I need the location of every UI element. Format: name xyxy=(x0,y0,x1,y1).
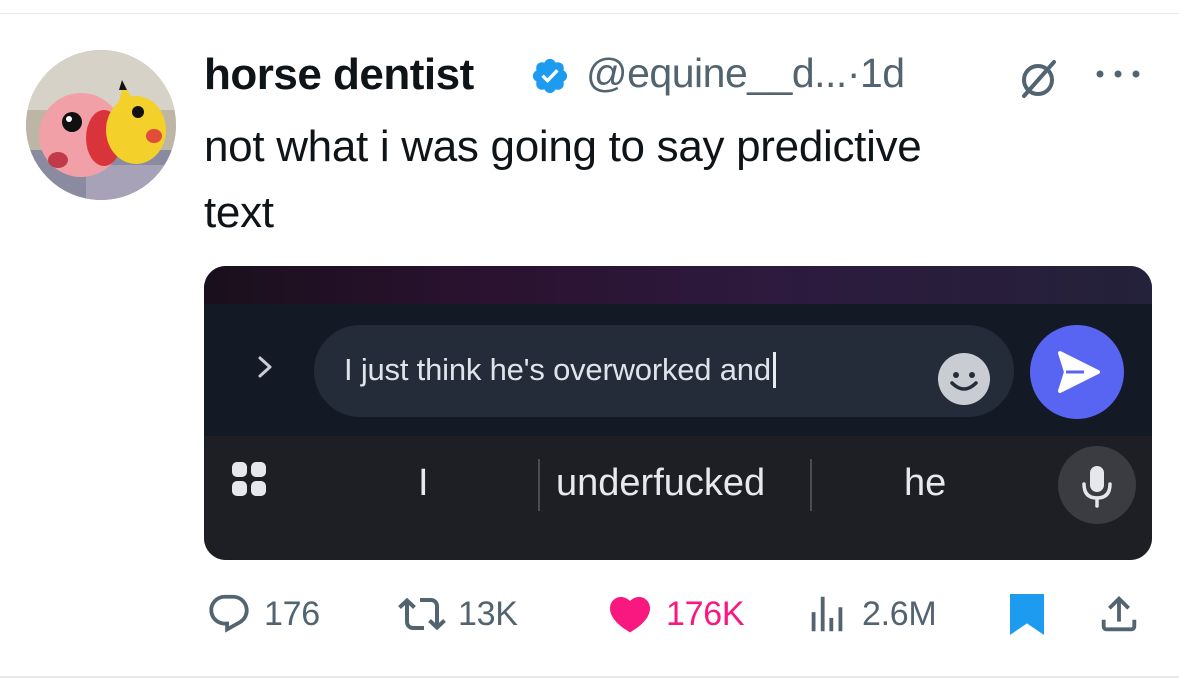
reply-button[interactable]: 176 xyxy=(206,586,320,642)
chevron-right-icon[interactable] xyxy=(252,354,278,380)
author-handle[interactable]: @equine__d... xyxy=(586,50,847,96)
keyboard-grid-icon[interactable] xyxy=(232,462,266,496)
suggestion-1[interactable]: I xyxy=(418,462,429,505)
separator: · xyxy=(846,50,861,96)
reply-count: 176 xyxy=(264,594,320,633)
tweet-actions: 176 13K 176K 2.6M xyxy=(0,586,1179,646)
emoji-icon[interactable] xyxy=(936,351,992,407)
chat-input-text: I just think he's overworked and xyxy=(344,352,771,387)
send-button[interactable] xyxy=(1030,325,1124,419)
tweet-time[interactable]: 1d xyxy=(860,50,905,96)
verified-badge-icon xyxy=(532,58,568,94)
share-button[interactable] xyxy=(1096,586,1142,642)
author-name[interactable]: horse dentist xyxy=(204,50,474,100)
suggestion-2[interactable]: underfucked xyxy=(556,462,765,505)
retweet-icon xyxy=(398,597,446,631)
suggestion-divider xyxy=(810,459,812,511)
bottom-divider xyxy=(0,676,1179,678)
bookmark-button[interactable] xyxy=(1006,586,1048,642)
grok-icon[interactable] xyxy=(1016,56,1060,100)
tweet-media[interactable]: I just think he's overworked and I under… xyxy=(204,266,1152,560)
tweet-header: horse dentist @equine__d...·1d xyxy=(204,46,1164,106)
send-icon xyxy=(1058,351,1100,393)
microphone-icon xyxy=(1082,466,1112,508)
avatar-image xyxy=(26,50,176,200)
top-divider xyxy=(0,13,1179,14)
views-icon xyxy=(811,596,843,632)
bookmark-icon xyxy=(1010,594,1044,635)
suggestion-divider xyxy=(538,459,540,511)
media-top-gradient xyxy=(204,266,1152,304)
heart-icon xyxy=(609,597,651,633)
more-options-icon[interactable] xyxy=(1088,64,1148,84)
reply-icon xyxy=(209,594,249,633)
retweet-button[interactable]: 13K xyxy=(398,586,518,642)
microphone-button[interactable] xyxy=(1058,446,1136,524)
avatar[interactable] xyxy=(26,50,176,200)
chat-input-text-wrap: I just think he's overworked and xyxy=(344,352,776,388)
author-handle-and-time[interactable]: @equine__d...·1d xyxy=(586,50,905,97)
views-count: 2.6M xyxy=(862,594,937,633)
share-icon xyxy=(1101,595,1137,632)
like-button[interactable]: 176K xyxy=(606,586,745,642)
views-button[interactable]: 2.6M xyxy=(804,586,937,642)
text-caret xyxy=(772,352,776,388)
chat-input-field[interactable]: I just think he's overworked and xyxy=(314,325,1014,417)
retweet-count: 13K xyxy=(458,594,518,633)
tweet-text: not what i was going to say predictive t… xyxy=(204,122,922,237)
like-count: 176K xyxy=(666,594,745,633)
suggestion-3[interactable]: he xyxy=(904,462,946,505)
